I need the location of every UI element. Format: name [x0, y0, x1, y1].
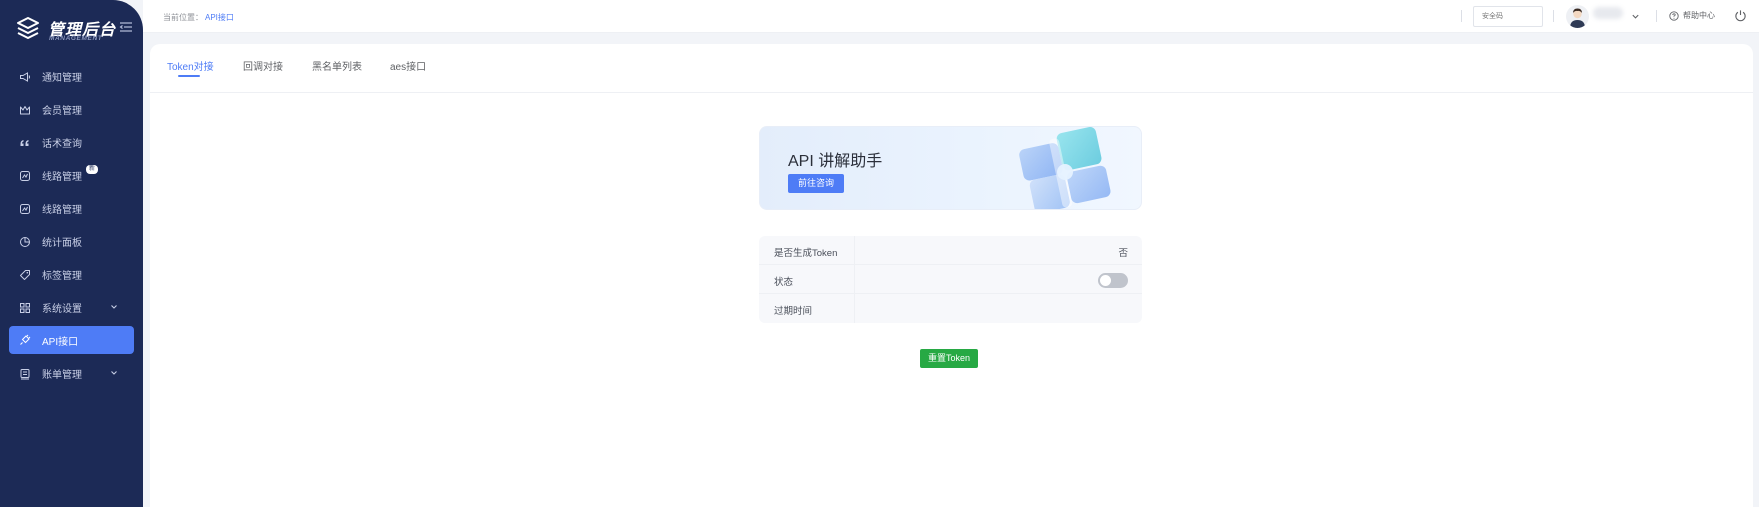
- consult-button[interactable]: 前往咨询: [788, 174, 845, 193]
- breadcrumb-label: 当前位置：: [163, 13, 203, 22]
- security-code-input[interactable]: [1473, 6, 1543, 27]
- cell-divider: [854, 236, 855, 264]
- sidebar-nav: 通知管理 会员管理 话术查询 线路管理 新 线路管理 统计面板 标签管理 系统设…: [0, 60, 143, 390]
- sidebar-item-notifications[interactable]: 通知管理: [0, 60, 143, 93]
- sidebar-item-routes[interactable]: 线路管理: [0, 192, 143, 225]
- app-subtitle: MANAGEMENT: [49, 35, 103, 42]
- banner-title: API 讲解助手: [788, 153, 883, 170]
- cell-divider: [854, 265, 855, 293]
- help-center-label: 帮助中心: [1683, 11, 1715, 20]
- sidebar-item-tags[interactable]: 标签管理: [0, 258, 143, 291]
- sidebar-item-label: 账单管理: [42, 370, 82, 381]
- info-row-status: 状态: [759, 265, 1142, 294]
- sidebar-item-label: 标签管理: [42, 271, 82, 282]
- crown-icon: [18, 103, 32, 117]
- question-circle-icon: [1669, 10, 1679, 21]
- avatar[interactable]: [1566, 5, 1589, 28]
- info-label: 状态: [774, 277, 794, 288]
- toolbar-divider: [1461, 10, 1462, 22]
- tab-callback[interactable]: 回调对接: [243, 58, 283, 73]
- sidebar-item-label: 统计面板: [42, 238, 82, 249]
- token-generated-value: 否: [1118, 248, 1128, 259]
- new-badge: 新: [86, 165, 99, 174]
- chevron-down-icon: [111, 371, 117, 375]
- main-panel: Token对接 回调对接 黑名单列表 aes接口 API 讲解助手 前往咨询 是…: [150, 44, 1753, 507]
- stack-logo-icon: [17, 17, 39, 39]
- menu-collapse-icon[interactable]: [119, 20, 133, 34]
- sidebar-item-label: 话术查询: [42, 139, 82, 150]
- sidebar-item-system-settings[interactable]: 系统设置: [0, 291, 143, 324]
- plug-icon: [18, 333, 32, 347]
- sidebar-item-billing[interactable]: 账单管理: [0, 357, 143, 390]
- sidebar-item-routes-new[interactable]: 线路管理 新: [0, 159, 143, 192]
- toolbar-divider: [1656, 10, 1657, 22]
- info-label: 过期时间: [774, 306, 813, 317]
- glass-blocks-illustration: [1019, 127, 1111, 209]
- route-icon: [18, 202, 32, 216]
- token-info-table: 是否生成Token 否 状态 过期时间: [759, 236, 1142, 323]
- power-icon[interactable]: [1734, 9, 1747, 22]
- tag-icon: [18, 268, 32, 282]
- active-tab-indicator: [178, 75, 200, 77]
- pie-chart-icon: [18, 235, 32, 249]
- sidebar-item-scripts[interactable]: 话术查询: [0, 126, 143, 159]
- status-toggle[interactable]: [1098, 273, 1128, 288]
- sidebar-item-label: API接口: [42, 336, 79, 348]
- sidebar-item-label: 线路管理: [42, 205, 82, 216]
- chevron-down-icon: [111, 305, 117, 309]
- grid-icon: [18, 301, 32, 315]
- api-assistant-banner: API 讲解助手 前往咨询: [759, 126, 1142, 210]
- tab-blacklist[interactable]: 黑名单列表: [312, 58, 362, 73]
- sidebar-item-statistics[interactable]: 统计面板: [0, 225, 143, 258]
- sidebar-item-label: 系统设置: [42, 304, 82, 315]
- sidebar: 管理后台 MANAGEMENT 通知管理 会员管理 话术查询 线路管理 新 线路…: [0, 0, 143, 507]
- toolbar-divider: [1553, 10, 1554, 22]
- bill-icon: [18, 367, 32, 381]
- top-bar: 当前位置： API接口 帮助中心: [143, 0, 1759, 33]
- megaphone-icon: [18, 70, 32, 84]
- cell-divider: [854, 294, 855, 323]
- sidebar-item-api[interactable]: API接口: [9, 326, 134, 354]
- sidebar-item-label: 会员管理: [42, 106, 82, 117]
- tab-aes[interactable]: aes接口: [390, 58, 426, 73]
- info-row-token-generated: 是否生成Token 否: [759, 236, 1142, 265]
- quote-icon: [18, 136, 32, 150]
- breadcrumb-current[interactable]: API接口: [205, 12, 234, 23]
- logo: 管理后台 MANAGEMENT: [16, 14, 136, 44]
- reset-token-button[interactable]: 重置Token: [920, 349, 979, 368]
- tab-bar: Token对接 回调对接 黑名单列表 aes接口: [150, 44, 1753, 93]
- sidebar-item-label: 通知管理: [42, 73, 82, 84]
- sidebar-item-label: 线路管理: [42, 172, 82, 183]
- tab-token[interactable]: Token对接: [167, 58, 214, 73]
- info-label: 是否生成Token: [774, 248, 838, 259]
- sidebar-item-members[interactable]: 会员管理: [0, 93, 143, 126]
- username[interactable]: [1593, 7, 1623, 19]
- route-icon: [18, 169, 32, 183]
- info-row-expiry: 过期时间: [759, 294, 1142, 323]
- help-center-link[interactable]: 帮助中心: [1669, 10, 1715, 21]
- chevron-down-icon[interactable]: [1631, 12, 1640, 21]
